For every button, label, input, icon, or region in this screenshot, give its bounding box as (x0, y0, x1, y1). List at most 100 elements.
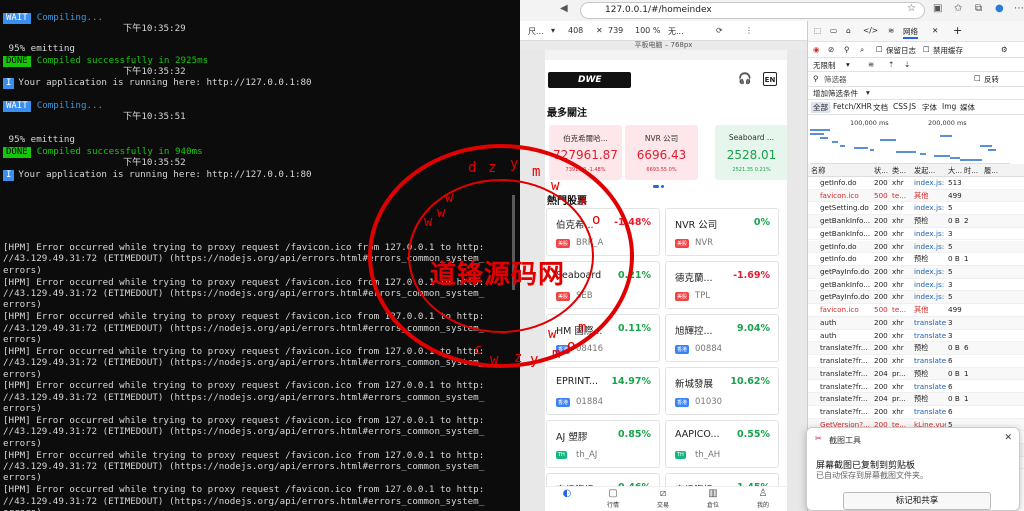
logo-text: DWE (578, 75, 602, 85)
stock-card[interactable]: EPRINT... 14.97% 香港 01884 (546, 367, 660, 415)
request-row[interactable]: auth 200 xhr translate 3 (808, 330, 1024, 343)
favorite-name: NVR 公司 (644, 134, 679, 143)
tab-trade[interactable]: ⧄ 交易 (643, 487, 683, 511)
filter-icon[interactable]: ⚲ (844, 45, 850, 54)
clear-icon[interactable]: ⊘ (828, 45, 834, 54)
invert-checkbox[interactable]: ☐ (974, 74, 981, 83)
search-icon[interactable]: ⌕ (860, 45, 864, 55)
type-filter-5[interactable]: 字体 (922, 102, 937, 113)
star-icon[interactable]: ☆ (907, 3, 916, 14)
error-line: //43.129.49.31:72 (ETIMEDOUT) (https://n… (3, 253, 485, 265)
column-header[interactable]: 履... (984, 166, 998, 176)
request-row[interactable]: getBankInfo... 200 xhr index.js: 3 (808, 279, 1024, 292)
stock-card[interactable]: 伯克希... -1.48% 美股 BRK_A (546, 208, 660, 256)
column-header[interactable]: 发起... (914, 166, 935, 176)
request-row[interactable]: getBankInfo... 200 xhr 预检 0 B 2 (808, 215, 1024, 228)
collections-icon[interactable]: ⧉ (975, 3, 982, 14)
column-header[interactable]: 名称 (811, 166, 825, 176)
disable-cache-checkbox[interactable]: ☐ (923, 45, 930, 54)
inspect-icon[interactable]: ⬚ (814, 26, 821, 35)
more-filters-button[interactable]: 增加筛选条件 (813, 88, 858, 99)
filter-input[interactable]: 筛选器 (824, 74, 847, 85)
tab-network[interactable]: 网络 (903, 26, 918, 39)
request-row[interactable]: favicon.ico 500 te... 其他 499 (808, 304, 1024, 317)
request-row[interactable]: favicon.ico 500 te... 其他 499 (808, 189, 1024, 203)
type-filter-1[interactable]: Fetch/XHR (833, 102, 872, 111)
favorites-icon[interactable]: ✩ (954, 3, 962, 14)
request-row[interactable]: translate?fr... 200 xhr translate 6 (808, 406, 1024, 419)
more-icon[interactable]: ⋯ (1014, 3, 1024, 14)
tab-position[interactable]: ▥ 倉位 (693, 487, 733, 511)
column-header[interactable]: 状... (874, 166, 888, 176)
markup-share-button[interactable]: 标记和共享 (843, 492, 991, 510)
stock-card[interactable]: NVR 公司 0% 美股 NVR (665, 208, 779, 256)
waterfall-overview[interactable]: 100,000 ms 200,000 ms (810, 119, 1010, 164)
request-row[interactable]: getInfo.do 200 xhr index.js: 513 (808, 177, 1024, 190)
favorite-card[interactable]: 伯克希爾哈... 727961.87 7391.00 -1.48% (549, 125, 622, 180)
request-row[interactable]: translate?fr... 200 xhr translate 6 (808, 381, 1024, 394)
device-select[interactable]: 尺... (528, 26, 544, 37)
column-header[interactable]: 大... (948, 166, 962, 176)
throttle-select[interactable]: 无限制 (813, 60, 836, 71)
request-row[interactable]: getPayInfo.do 200 xhr index.js: 5 (808, 266, 1024, 279)
screenshot-notification[interactable]: ✂ 截图工具 ✕ 屏幕截图已复制到剪贴板 已自动保存到屏幕截图文件夹。 标记和共… (806, 427, 1020, 511)
wifi-icon[interactable]: ≋ (868, 60, 874, 69)
tab-market[interactable]: ▢ 行情 (593, 487, 633, 511)
record-icon[interactable]: ◉ (813, 45, 820, 54)
elements-icon[interactable]: </> (863, 26, 878, 35)
tab-home[interactable]: ◐ (547, 487, 587, 511)
notification-body: 已自动保存到屏幕截图文件夹。 (816, 471, 928, 480)
address-input[interactable]: 127.0.0.1/#/homeindex (580, 2, 925, 19)
favorite-card[interactable]: Seaboard ... 2528.01 2521.35 0.21% (715, 125, 787, 180)
zoom-select[interactable]: 100 % (635, 26, 660, 35)
close-icon[interactable]: ✕ (1004, 433, 1012, 443)
split-screen-icon[interactable]: ▣ (933, 3, 942, 14)
language-button[interactable]: EN (763, 72, 777, 86)
gear-icon[interactable]: ⚙ (1001, 45, 1008, 54)
stock-card[interactable]: AJ 塑膠 0.85% TH th_AJ (546, 420, 660, 468)
viewport-margin-right (787, 50, 807, 511)
headset-icon[interactable]: 🎧 (738, 72, 752, 86)
favorite-card[interactable]: NVR 公司 6696.43 6693.55 0% (625, 125, 698, 180)
profile-icon[interactable]: ● (995, 3, 1004, 14)
request-status: 200 (874, 228, 888, 238)
device-icon[interactable]: ▭ (830, 26, 837, 35)
type-filter-0[interactable]: 全部 (811, 102, 830, 113)
stock-card[interactable]: HM 國際... 0.11% 香港 08416 (546, 314, 660, 362)
download-icon[interactable]: ⇣ (904, 60, 910, 69)
back-icon[interactable]: ◀ (560, 3, 568, 14)
close-icon[interactable]: ✕ (932, 26, 938, 35)
type-filter-2[interactable]: 文档 (873, 102, 888, 113)
stock-card[interactable]: 新城發展 10.62% 香港 01030 (665, 367, 779, 415)
column-header[interactable]: 类... (892, 166, 906, 176)
type-filter-7[interactable]: 媒体 (960, 102, 975, 113)
type-filter-4[interactable]: JS (909, 102, 916, 111)
request-row[interactable]: getPayInfo.do 200 xhr index.js: 5 (808, 291, 1024, 305)
request-row[interactable]: translate?fr... 204 pr... 预检 0 B 1 (808, 393, 1024, 406)
tab-profile[interactable]: ♙ 我的 (743, 487, 783, 511)
upload-icon[interactable]: ⇡ (888, 60, 894, 69)
stock-card[interactable]: AAPICO... 0.55% TH th_AH (665, 420, 779, 468)
request-row[interactable]: auth 200 xhr translate 3 (808, 316, 1024, 330)
throttle-select[interactable]: 无... (668, 26, 684, 37)
request-row[interactable]: getInfo.do 200 xhr index.js:5 (808, 240, 1024, 254)
request-row[interactable]: translate?fr... 204 pr... 预检 0 B 1 (808, 367, 1024, 381)
request-row[interactable]: getInfo.do 200 xhr 预检 0 B 1 (808, 253, 1024, 266)
column-header[interactable]: 时... (964, 166, 978, 176)
request-row[interactable]: translate?fr... 200 xhr translate 6 (808, 355, 1024, 368)
type-filter-3[interactable]: CSS (893, 102, 908, 111)
preserve-log-checkbox[interactable]: ☐ (876, 45, 883, 54)
height-input[interactable]: 739 (608, 26, 623, 35)
stock-card[interactable]: 旭輝控... 9.04% 香港 00884 (665, 314, 779, 362)
home-icon[interactable]: ⌂ (846, 26, 851, 35)
request-row[interactable]: translate?fr... 200 xhr 预检 0 B 6 (808, 342, 1024, 355)
stock-card[interactable]: 德克蘭... -1.69% 美股 TPL (665, 261, 779, 309)
more-icon[interactable]: ⋮ (745, 26, 753, 35)
request-row[interactable]: getSetting.do 200 xhr index.js: 5 (808, 202, 1024, 216)
type-filter-6[interactable]: Img (942, 102, 956, 111)
add-tab-icon[interactable]: + (953, 24, 962, 37)
wifi-icon[interactable]: ≋ (888, 26, 894, 35)
width-input[interactable]: 408 (568, 26, 583, 35)
request-row[interactable]: getBankInfo... 200 xhr index.js: 3 (808, 228, 1024, 241)
rotate-icon[interactable]: ⟳ (716, 26, 723, 35)
